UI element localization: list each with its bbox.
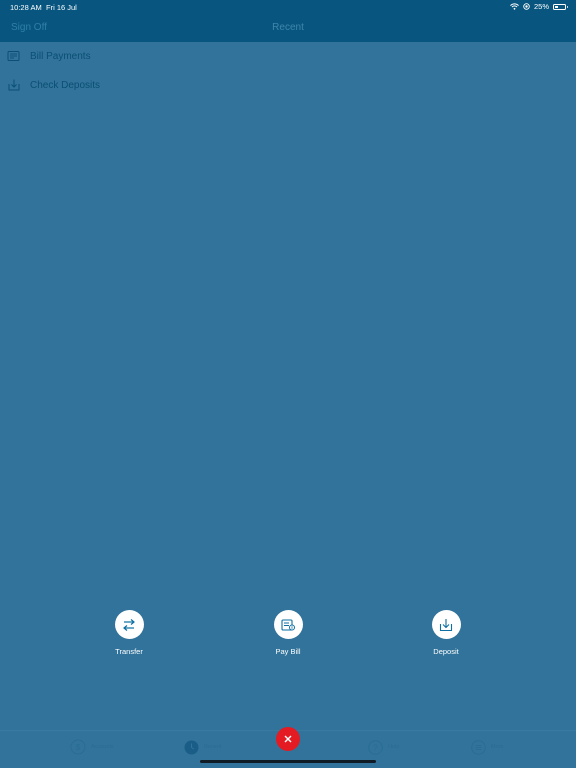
nav-bar: Sign Off Recent — [0, 14, 576, 42]
question-icon: ? — [368, 739, 383, 755]
transfer-button[interactable] — [114, 610, 144, 639]
pay-bill-icon — [281, 618, 295, 631]
clock-icon — [184, 740, 199, 754]
tab-more[interactable]: More — [471, 739, 504, 755]
deposit-icon — [8, 79, 20, 91]
location-icon — [523, 3, 530, 10]
list-item-bill-payments[interactable]: Bill Payments — [0, 42, 576, 71]
tab-label: Accounts — [91, 744, 114, 750]
pay-bill-label: Pay Bill — [275, 647, 301, 656]
tab-help[interactable]: ? Help — [368, 739, 399, 755]
svg-text:$: $ — [76, 743, 81, 752]
status-date: Fri 16 Jul — [46, 3, 77, 12]
close-button[interactable] — [276, 727, 300, 751]
status-time: 10:28 AM — [10, 3, 42, 12]
tab-label: Help — [388, 744, 400, 750]
deposit-label: Deposit — [433, 647, 459, 656]
home-indicator[interactable] — [200, 760, 376, 763]
close-icon — [284, 735, 292, 743]
status-indicators: 25% — [510, 2, 568, 11]
tab-accounts[interactable]: $ Accounts — [70, 739, 114, 755]
pay-bill-action[interactable]: Pay Bill — [258, 610, 318, 656]
battery-icon — [553, 3, 568, 10]
transfer-icon — [123, 618, 135, 631]
tab-label: More — [491, 744, 504, 750]
deposit-icon — [439, 618, 453, 631]
transfer-label: Transfer — [115, 647, 143, 656]
status-bar: 10:28 AM Fri 16 Jul 25% — [0, 0, 576, 14]
svg-text:?: ? — [373, 743, 378, 752]
deposit-button[interactable] — [431, 610, 461, 639]
bill-icon — [7, 51, 20, 61]
pay-bill-button[interactable] — [273, 610, 303, 639]
wifi-icon — [510, 3, 519, 10]
dollar-icon: $ — [70, 739, 86, 755]
list-item-label: Bill Payments — [30, 51, 91, 62]
page-title: Recent — [272, 22, 304, 33]
tab-label: Recent — [204, 744, 222, 750]
battery-level — [555, 5, 558, 8]
menu-icon — [471, 739, 486, 755]
deposit-action[interactable]: Deposit — [416, 610, 476, 656]
list-item-label: Check Deposits — [30, 80, 101, 91]
list-item-check-deposits[interactable]: Check Deposits — [0, 71, 576, 100]
tab-recent[interactable]: Recent — [184, 739, 221, 755]
transfer-action[interactable]: Transfer — [99, 610, 159, 656]
battery-percent: 25% — [533, 2, 549, 11]
